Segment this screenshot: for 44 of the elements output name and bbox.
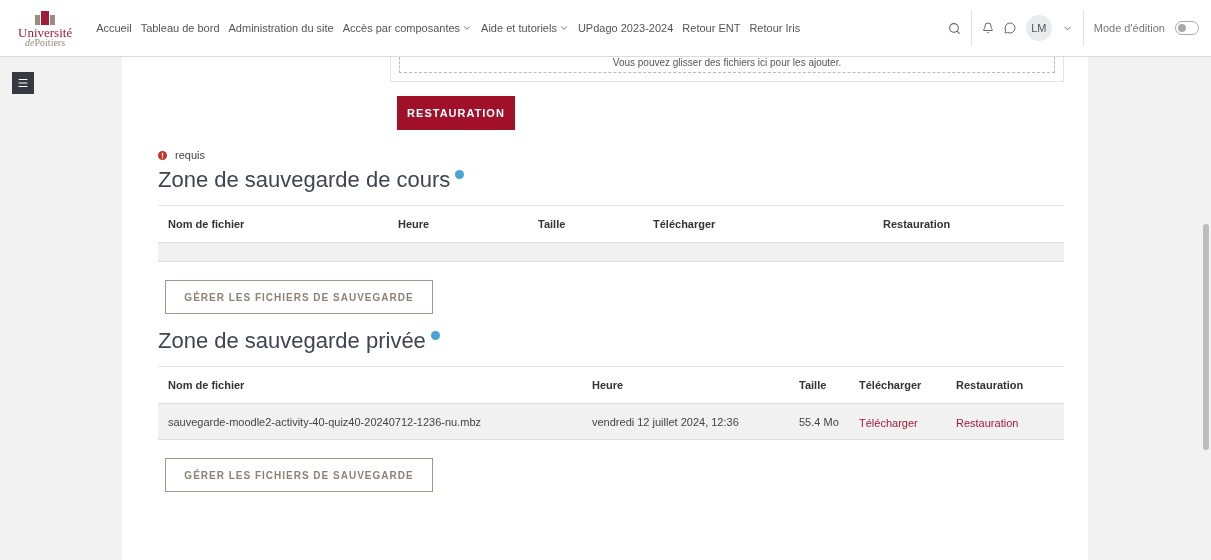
column-header: Nom de fichier	[168, 218, 246, 230]
column-header: Télécharger	[859, 379, 923, 391]
help-icon[interactable]	[455, 170, 465, 179]
edit-mode-toggle[interactable]	[1175, 21, 1199, 35]
manage-backups-button[interactable]: GÉRER LES FICHIERS DE SAUVEGARDE	[165, 458, 433, 492]
manage-backups-button[interactable]: GÉRER LES FICHIERS DE SAUVEGARDE	[165, 280, 433, 314]
column-header: Taille	[799, 379, 828, 391]
table-cell-text: vendredi 12 juillet 2024, 12:36	[592, 415, 740, 428]
nav-link[interactable]: Administration du site	[228, 22, 334, 34]
menu-icon	[17, 77, 29, 89]
column-header: Nom de fichier	[168, 379, 246, 391]
column-header: Heure	[398, 218, 431, 230]
restore-link[interactable]: Restauration	[956, 416, 1019, 429]
column-header: Télécharger	[653, 218, 717, 230]
chat-bubble-icon[interactable]	[1003, 22, 1016, 34]
edit-mode-label: Mode d'édition	[1093, 22, 1165, 34]
column-header: Restauration	[956, 379, 1025, 391]
bell-icon[interactable]	[981, 22, 994, 34]
section-heading: Zone de sauvegarde privée	[158, 328, 426, 354]
section-heading: Zone de sauvegarde de cours	[158, 167, 451, 193]
help-icon[interactable]	[430, 331, 440, 340]
column-header: Taille	[538, 218, 567, 230]
nav-link[interactable]: Accueil	[96, 22, 132, 34]
crest-icon	[34, 8, 57, 27]
nav-link[interactable]: UPdago 2023-2024	[577, 22, 674, 34]
table-cell-text: sauvegarde-moodle2-activity-40-quiz40-20240712-1236-nu.mbz	[168, 415, 483, 428]
column-header: Heure	[592, 379, 625, 391]
nav-link[interactable]: Retour Iris	[749, 22, 801, 34]
nav-link[interactable]: Retour ENT	[682, 22, 741, 34]
column-header: Restauration	[883, 218, 952, 230]
dropzone-hint[interactable]: Vous pouvez glisser des fichiers ici pour les ajouter.	[399, 57, 1055, 73]
table-cell-text: 55.4 Mo	[799, 415, 840, 428]
download-link[interactable]: Télécharger	[859, 416, 918, 429]
scrollbar-thumb[interactable]	[1203, 224, 1209, 450]
nav-link[interactable]: Accès par composantes	[342, 22, 473, 34]
search-icon[interactable]	[947, 21, 961, 35]
restore-button[interactable]: RESTAURATION	[397, 96, 515, 130]
required-note: requis	[175, 149, 205, 161]
user-avatar[interactable]: LM	[1025, 15, 1052, 41]
required-icon	[158, 150, 167, 160]
university-logo[interactable]: Université dePoitiers	[18, 8, 73, 48]
nav-link[interactable]: Aide et tutoriels	[481, 22, 569, 34]
nav-link[interactable]: Tableau de bord	[140, 22, 220, 34]
drawer-toggle-button[interactable]	[12, 72, 34, 94]
